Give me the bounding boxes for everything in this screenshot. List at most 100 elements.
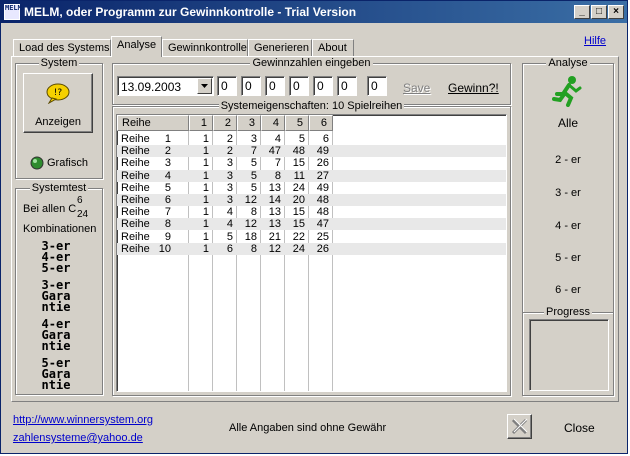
row-value: 1	[202, 157, 209, 170]
progress-title: Progress	[543, 306, 593, 318]
row-value: 12	[244, 194, 257, 206]
row-value: 7	[274, 157, 281, 170]
row-value: 48	[316, 194, 329, 206]
test-3er-garantie-c[interactable]: ntie	[11, 301, 101, 313]
tab-load-des-systems[interactable]: Load des Systems	[13, 39, 111, 57]
row-value: 14	[268, 194, 281, 206]
zusatzzahl-input[interactable]: 0	[367, 76, 387, 96]
table-row[interactable]: Reihe 6 1 3 12 14 20 48	[117, 194, 506, 206]
row-value: 26	[316, 157, 329, 170]
analyse-5er[interactable]: 5 - er	[525, 252, 611, 264]
col-header-reihe[interactable]: Reihe	[117, 115, 189, 131]
gewinn-button[interactable]: Gewinn?!	[448, 81, 499, 95]
reihen-table[interactable]: Reihe 1 2 3 4 5 6 Reihe 1 1 2 3 4 5 6 Reihe 2 1 2 7 4…	[116, 114, 507, 392]
analyse-4er[interactable]: 4 - er	[525, 220, 611, 232]
tab-gewinnkontrolle[interactable]: Gewinnkontrolle	[162, 39, 248, 57]
row-number: 10	[158, 242, 171, 255]
row-value: 13	[268, 218, 281, 231]
email-link[interactable]: zahlensysteme@yahoo.de	[13, 432, 143, 444]
maximize-button[interactable]: □	[591, 5, 607, 19]
row-value: 22	[292, 230, 305, 243]
date-picker[interactable]: 13.09.2003	[117, 76, 214, 96]
table-row[interactable]: Reihe 7 1 4 8 13 15 48	[117, 206, 506, 218]
website-link[interactable]: http://www.winnersystem.org	[13, 414, 153, 426]
close-x-icon	[511, 418, 528, 435]
table-row[interactable]: Reihe 1 1 2 3 4 5 6	[117, 133, 506, 145]
row-label: Reihe	[121, 218, 150, 231]
row-value: 3	[250, 133, 257, 145]
title-bar[interactable]: MELM MELM, oder Programm zur Gewinnkontr…	[1, 1, 627, 23]
save-button[interactable]: Save	[403, 81, 430, 95]
number-input-5[interactable]: 0	[313, 76, 333, 96]
anzeigen-button[interactable]: !? Anzeigen	[23, 73, 93, 133]
row-value: 1	[202, 194, 209, 206]
date-dropdown-button[interactable]	[197, 78, 212, 94]
row-label: Reihe	[121, 169, 150, 182]
row-value: 1	[202, 206, 209, 219]
row-label: Reihe	[121, 242, 150, 255]
test-5er-garantie-c[interactable]: ntie	[11, 379, 101, 391]
row-value: 8	[250, 206, 257, 219]
test-5er[interactable]: 5-er	[11, 262, 101, 274]
row-value: 3	[226, 181, 233, 194]
minimize-button[interactable]: _	[574, 5, 590, 19]
row-value: 11	[293, 169, 305, 182]
row-value: 47	[316, 218, 329, 231]
number-input-3[interactable]: 0	[265, 76, 285, 96]
hilfe-link[interactable]: Hilfe	[584, 35, 606, 47]
row-value: 3	[226, 169, 233, 182]
row-value: 13	[268, 206, 281, 219]
row-value: 4	[226, 206, 233, 219]
row-value: 24	[292, 181, 305, 194]
tab-generieren[interactable]: Generieren	[248, 39, 312, 57]
close-window-button[interactable]: ×	[608, 5, 624, 19]
number-input-6[interactable]: 0	[337, 76, 357, 96]
row-value: 49	[316, 181, 329, 194]
row-value: 8	[250, 242, 257, 255]
table-row[interactable]: Reihe 9 1 5 18 21 22 25	[117, 231, 506, 243]
col-header-2[interactable]: 2	[213, 115, 237, 131]
row-value: 2	[226, 145, 233, 158]
number-input-1[interactable]: 0	[217, 76, 237, 96]
row-value: 7	[250, 145, 257, 158]
table-row[interactable]: Reihe 10 1 6 8 12 24 26	[117, 242, 506, 255]
number-input-2[interactable]: 0	[241, 76, 261, 96]
test-4er-garantie-c[interactable]: ntie	[11, 340, 101, 352]
row-value: 6	[226, 242, 233, 255]
analyse-alle[interactable]: Alle	[525, 116, 611, 130]
systemtest-title: Systemtest	[29, 182, 89, 194]
table-row[interactable]: Reihe 5 1 3 5 13 24 49	[117, 182, 506, 194]
row-number: 8	[164, 218, 171, 231]
table-row[interactable]: Reihe 2 1 2 7 47 48 49	[117, 145, 506, 158]
table-row[interactable]: Reihe 3 1 3 5 7 15 26	[117, 157, 506, 169]
col-header-4[interactable]: 4	[261, 115, 285, 131]
row-value: 48	[316, 206, 329, 219]
close-app-button[interactable]	[507, 414, 532, 439]
close-label[interactable]: Close	[564, 421, 595, 435]
row-value: 6	[322, 133, 329, 145]
table-row[interactable]: Reihe 8 1 4 12 13 15 47	[117, 218, 506, 231]
row-value: 3	[226, 194, 233, 206]
row-value: 4	[274, 133, 281, 145]
analyse-6er[interactable]: 6 - er	[525, 284, 611, 296]
systemeigenschaften-title: Systemeigenschaften: 10 Spielreihen	[218, 100, 405, 112]
row-value: 3	[226, 157, 233, 170]
col-header-5[interactable]: 5	[285, 115, 309, 131]
grafisch-indicator-icon[interactable]	[30, 156, 44, 170]
row-value: 5	[250, 169, 257, 182]
col-header-6[interactable]: 6	[309, 115, 333, 131]
combination-sub: 24	[77, 209, 89, 220]
app-icon: MELM	[4, 4, 22, 20]
row-number: 7	[164, 206, 171, 219]
tab-about[interactable]: About	[312, 39, 354, 57]
tab-analyse[interactable]: Analyse	[111, 36, 162, 57]
col-header-3[interactable]: 3	[237, 115, 261, 131]
running-man-icon[interactable]	[552, 75, 582, 107]
row-label: Reihe	[121, 206, 150, 219]
number-input-4[interactable]: 0	[289, 76, 309, 96]
table-row[interactable]: Reihe 4 1 3 5 8 11 27	[117, 169, 506, 182]
analyse-2er[interactable]: 2 - er	[525, 154, 611, 166]
analyse-3er[interactable]: 3 - er	[525, 187, 611, 199]
row-value: 13	[268, 181, 281, 194]
col-header-1[interactable]: 1	[189, 115, 213, 131]
